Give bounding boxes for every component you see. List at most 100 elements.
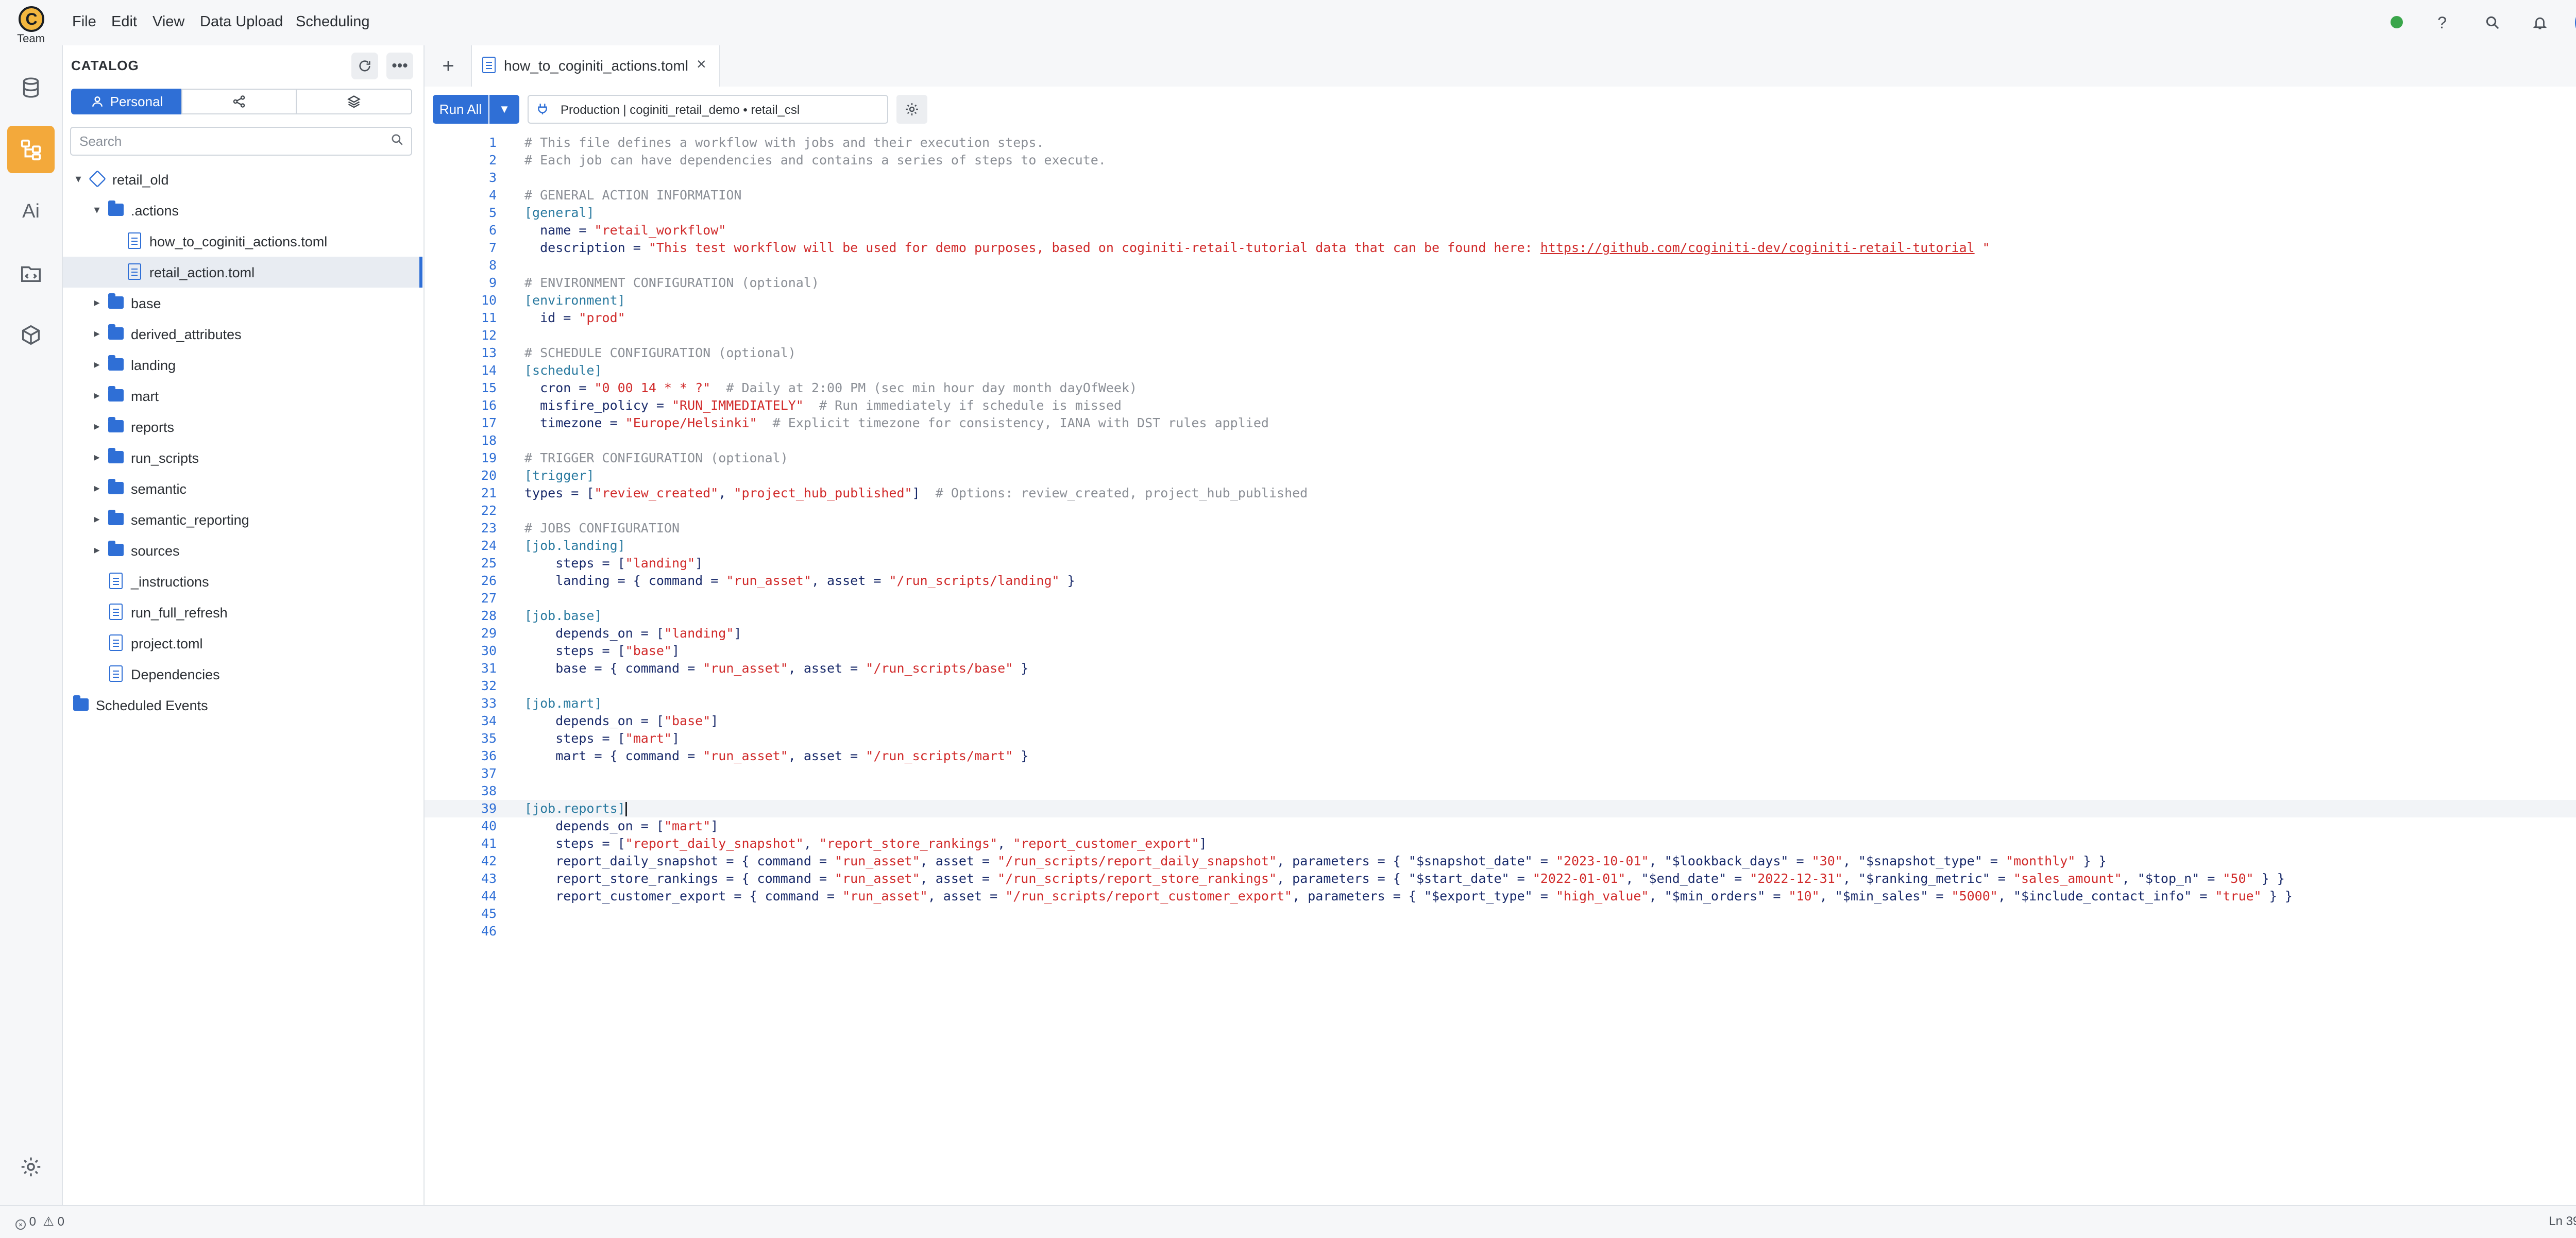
- chevron-right-icon[interactable]: ▸: [91, 296, 103, 309]
- tree-item[interactable]: ▸ mart: [63, 380, 422, 411]
- help-icon[interactable]: ?: [2429, 9, 2455, 36]
- code-token: "/run_scripts/report_store_rankings": [997, 871, 1277, 886]
- more-options-icon[interactable]: •••: [386, 53, 413, 79]
- code-line[interactable]: steps = ["landing"]: [524, 555, 703, 572]
- code-line[interactable]: base = { command = "run_asset", asset = …: [524, 660, 1028, 677]
- tree-item[interactable]: ▸ run_scripts: [63, 442, 422, 473]
- line-number: 40: [481, 818, 497, 833]
- tree-item[interactable]: Scheduled Events: [63, 690, 422, 721]
- problems-indicator[interactable]: × 0 ⚠ 0: [15, 1214, 64, 1230]
- code-line[interactable]: timezone = "Europe/Helsinki" # Explicit …: [524, 414, 1269, 432]
- code-line[interactable]: report_customer_export = { command = "ru…: [524, 888, 2293, 905]
- code-line[interactable]: depends_on = ["landing"]: [524, 625, 741, 642]
- new-tab-plus-icon[interactable]: +: [435, 53, 462, 79]
- code-line[interactable]: cron = "0 00 14 * * ?" # Daily at 2:00 P…: [524, 379, 1137, 397]
- code-line[interactable]: report_store_rankings = { command = "run…: [524, 870, 2285, 888]
- tree-item[interactable]: retail_action.toml: [63, 257, 422, 288]
- code-line[interactable]: steps = ["mart"]: [524, 730, 680, 747]
- chevron-down-icon[interactable]: ▾: [72, 172, 84, 186]
- code-line[interactable]: name = "retail_workflow": [524, 222, 726, 239]
- coginiti-logo[interactable]: C: [19, 6, 44, 32]
- code-line[interactable]: landing = { command = "run_asset", asset…: [524, 572, 1075, 590]
- tree-item[interactable]: ▸ landing: [63, 349, 422, 380]
- tree-item-label: .actions: [131, 203, 179, 219]
- code-line[interactable]: description = "This test workflow will b…: [524, 239, 1990, 257]
- ai-icon[interactable]: Ai: [7, 188, 55, 235]
- chevron-right-icon[interactable]: ▸: [91, 358, 103, 371]
- packages-icon[interactable]: [7, 311, 55, 359]
- refresh-icon[interactable]: [351, 53, 378, 79]
- code-line[interactable]: # This file defines a workflow with jobs…: [524, 134, 1044, 152]
- tree-item[interactable]: how_to_coginiti_actions.toml: [63, 226, 422, 257]
- chevron-right-icon[interactable]: ▸: [91, 543, 103, 557]
- menu-edit[interactable]: Edit: [111, 13, 137, 30]
- menu-data-upload[interactable]: Data Upload: [200, 13, 283, 30]
- code-line[interactable]: depends_on = ["base"]: [524, 712, 718, 730]
- menu-file[interactable]: File: [72, 13, 96, 30]
- code-line[interactable]: [general]: [524, 204, 594, 222]
- connection-selector[interactable]: Production | coginiti_retail_demo • reta…: [528, 95, 888, 124]
- code-line[interactable]: # SCHEDULE CONFIGURATION (optional): [524, 344, 796, 362]
- chevron-down-icon[interactable]: ▾: [91, 203, 103, 216]
- code-line[interactable]: steps = ["base"]: [524, 642, 680, 660]
- tree-item[interactable]: ▸ base: [63, 288, 422, 319]
- tree-item[interactable]: project.toml: [63, 628, 422, 659]
- code-line[interactable]: id = "prod": [524, 309, 625, 327]
- segment-project-hub[interactable]: [296, 89, 412, 114]
- tree-item[interactable]: ▸ derived_attributes: [63, 319, 422, 349]
- tree-item[interactable]: run_full_refresh: [63, 597, 422, 628]
- code-line[interactable]: types = ["review_created", "project_hub_…: [524, 484, 1308, 502]
- code-line[interactable]: report_daily_snapshot = { command = "run…: [524, 852, 2106, 870]
- scripts-folder-icon[interactable]: [7, 249, 55, 297]
- search-icon[interactable]: [391, 133, 404, 150]
- tree-item[interactable]: ▸ sources: [63, 535, 422, 566]
- tree-item[interactable]: ▾ .actions: [63, 195, 422, 226]
- run-all-button[interactable]: Run All: [433, 95, 488, 124]
- catalog-tree-icon[interactable]: [7, 126, 55, 173]
- code-line[interactable]: [job.base]: [524, 607, 602, 625]
- code-line[interactable]: # ENVIRONMENT CONFIGURATION (optional): [524, 274, 819, 292]
- chevron-right-icon[interactable]: ▸: [91, 481, 103, 495]
- code-line[interactable]: [schedule]: [524, 362, 602, 379]
- menu-view[interactable]: View: [152, 13, 184, 30]
- menu-scheduling[interactable]: Scheduling: [296, 13, 370, 30]
- bell-icon[interactable]: [2527, 9, 2553, 36]
- segment-shared[interactable]: [181, 89, 297, 114]
- code-link[interactable]: https://github.com/coginiti-dev/coginiti…: [1540, 240, 1975, 255]
- run-options-chevron-down-icon[interactable]: ▼: [489, 95, 519, 124]
- code-line[interactable]: # Each job can have dependencies and con…: [524, 152, 1106, 169]
- code-line[interactable]: [job.landing]: [524, 537, 625, 555]
- code-line[interactable]: misfire_policy = "RUN_IMMEDIATELY" # Run…: [524, 397, 1122, 414]
- segment-personal[interactable]: Personal: [71, 89, 182, 114]
- code-token: [general]: [524, 205, 595, 220]
- code-line[interactable]: [environment]: [524, 292, 625, 309]
- chevron-right-icon[interactable]: ▸: [91, 327, 103, 340]
- code-line[interactable]: mart = { command = "run_asset", asset = …: [524, 747, 1028, 765]
- code-line[interactable]: depends_on = ["mart"]: [524, 817, 718, 835]
- tree-item[interactable]: ▸ semantic_reporting: [63, 504, 422, 535]
- chevron-right-icon[interactable]: ▸: [91, 389, 103, 402]
- code-line[interactable]: steps = ["report_daily_snapshot", "repor…: [524, 835, 1207, 852]
- catalog-search-input[interactable]: [78, 133, 379, 150]
- code-line[interactable]: [trigger]: [524, 467, 594, 484]
- code-line[interactable]: [job.mart]: [524, 695, 602, 712]
- code-editor[interactable]: 1 # This file defines a workflow with job…: [425, 132, 2576, 1205]
- chevron-right-icon[interactable]: ▸: [91, 512, 103, 526]
- code-line[interactable]: # JOBS CONFIGURATION: [524, 520, 680, 537]
- settings-gear-icon[interactable]: [7, 1143, 55, 1191]
- tree-item[interactable]: _instructions: [63, 566, 422, 597]
- editor-settings-gear-icon[interactable]: [896, 95, 927, 124]
- tree-item[interactable]: ▸ reports: [63, 411, 422, 442]
- code-line[interactable]: [job.reports]: [524, 800, 627, 817]
- search-icon[interactable]: [2479, 9, 2506, 36]
- database-icon[interactable]: [7, 64, 55, 111]
- editor-tab[interactable]: how_to_coginiti_actions.toml ×: [471, 45, 720, 87]
- tree-item[interactable]: ▾ retail_old: [63, 164, 422, 195]
- chevron-right-icon[interactable]: ▸: [91, 420, 103, 433]
- close-tab-icon[interactable]: ×: [697, 55, 706, 74]
- code-line[interactable]: # TRIGGER CONFIGURATION (optional): [524, 449, 788, 467]
- chevron-right-icon[interactable]: ▸: [91, 450, 103, 464]
- tree-item[interactable]: Dependencies: [63, 659, 422, 690]
- code-line[interactable]: # GENERAL ACTION INFORMATION: [524, 187, 741, 204]
- tree-item[interactable]: ▸ semantic: [63, 473, 422, 504]
